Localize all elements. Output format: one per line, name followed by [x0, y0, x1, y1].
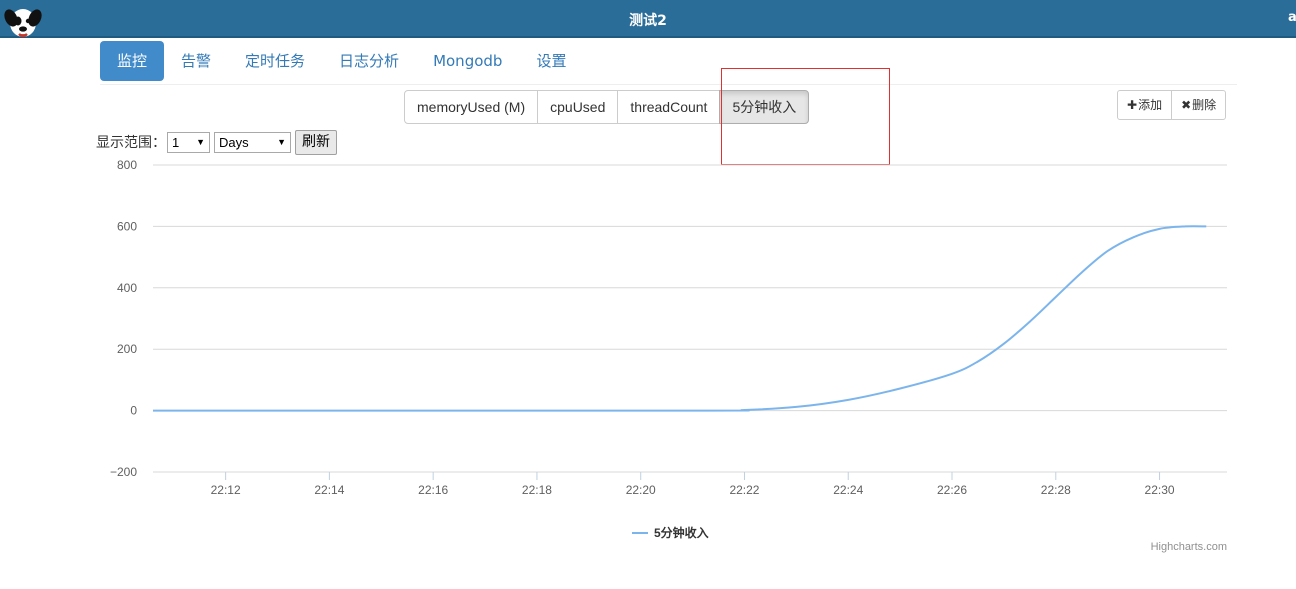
- y-tick-label: 0: [130, 404, 137, 418]
- main-nav: 监控 告警 定时任务 日志分析 Mongodb 设置: [100, 41, 583, 81]
- plus-icon: ✚: [1127, 98, 1138, 112]
- delete-button[interactable]: ✖删除: [1171, 90, 1227, 120]
- refresh-button[interactable]: 刷新: [295, 129, 337, 155]
- x-tick-label: 22:24: [833, 483, 863, 497]
- metric-cpu-used-button[interactable]: cpuUsed: [537, 90, 619, 124]
- action-button-group: ✚添加 ✖删除: [1117, 90, 1227, 120]
- top-bar: 测试2 a: [0, 0, 1296, 38]
- close-icon: ✖: [1181, 98, 1192, 112]
- x-tick-label: 22:28: [1041, 483, 1071, 497]
- x-axis-ticks: 22:12 22:14 22:16 22:18 22:20 22:22 22:24 22:26…: [211, 472, 1175, 497]
- income-line-chart: 8006004002000−200 22:12 22:14 22:16 22:18 22…: [110, 158, 1227, 553]
- chart-series: [152, 225, 1207, 412]
- add-button[interactable]: ✚添加: [1117, 90, 1173, 120]
- metric-memory-used-button[interactable]: memoryUsed (M): [404, 90, 539, 124]
- range-amount-select[interactable]: 1 ▼: [167, 131, 210, 153]
- x-tick-label: 22:18: [522, 483, 552, 497]
- range-amount-value: 1: [172, 134, 180, 150]
- x-tick-label: 22:20: [626, 483, 656, 497]
- tab-settings[interactable]: 设置: [519, 41, 583, 81]
- y-tick-label: 400: [117, 281, 137, 295]
- x-tick-label: 22:22: [729, 483, 759, 497]
- tab-alerts[interactable]: 告警: [164, 41, 228, 81]
- tab-monitor[interactable]: 监控: [100, 41, 165, 81]
- metric-thread-count-button[interactable]: threadCount: [617, 90, 721, 124]
- metric-5min-income-button[interactable]: 5分钟收入: [719, 90, 810, 124]
- x-tick-label: 22:16: [418, 483, 448, 497]
- add-button-label: 添加: [1138, 98, 1163, 112]
- app-title: 测试2: [629, 13, 667, 29]
- dropdown-arrow-icon: ▼: [277, 137, 286, 147]
- x-tick-label: 22:26: [937, 483, 967, 497]
- tab-scheduled-tasks[interactable]: 定时任务: [228, 41, 322, 81]
- range-controls: 显示范围： 1 ▼ Days ▼ 刷新: [96, 129, 337, 155]
- range-label: 显示范围：: [96, 135, 166, 151]
- chart-credits[interactable]: Highcharts.com: [1151, 541, 1227, 553]
- range-unit-select[interactable]: Days ▼: [214, 131, 291, 153]
- chart-legend: 5分钟收入: [632, 525, 709, 540]
- y-axis-ticks: 800 600 400 200 0 −200: [110, 158, 137, 479]
- user-menu[interactable]: a: [1288, 10, 1296, 25]
- metric-button-group: memoryUsed (M) cpuUsed threadCount 5分钟收入: [404, 90, 810, 124]
- range-unit-value: Days: [219, 134, 249, 150]
- x-tick-label: 22:14: [314, 483, 344, 497]
- tab-log-analysis[interactable]: 日志分析: [322, 41, 416, 81]
- dropdown-arrow-icon: ▼: [196, 137, 205, 147]
- series-line[interactable]: [152, 225, 1207, 412]
- legend-item[interactable]: 5分钟收入: [654, 525, 709, 540]
- delete-button-label: 删除: [1192, 98, 1217, 112]
- chart-gridlines: [153, 164, 1227, 473]
- x-tick-label: 22:30: [1145, 483, 1175, 497]
- y-tick-label: 600: [117, 219, 137, 233]
- y-tick-label: 800: [117, 158, 137, 172]
- x-tick-label: 22:12: [211, 483, 241, 497]
- nav-divider: [100, 84, 1237, 85]
- y-tick-label: −200: [110, 465, 137, 479]
- tab-mongodb[interactable]: Mongodb: [416, 41, 519, 81]
- y-tick-label: 200: [117, 342, 137, 356]
